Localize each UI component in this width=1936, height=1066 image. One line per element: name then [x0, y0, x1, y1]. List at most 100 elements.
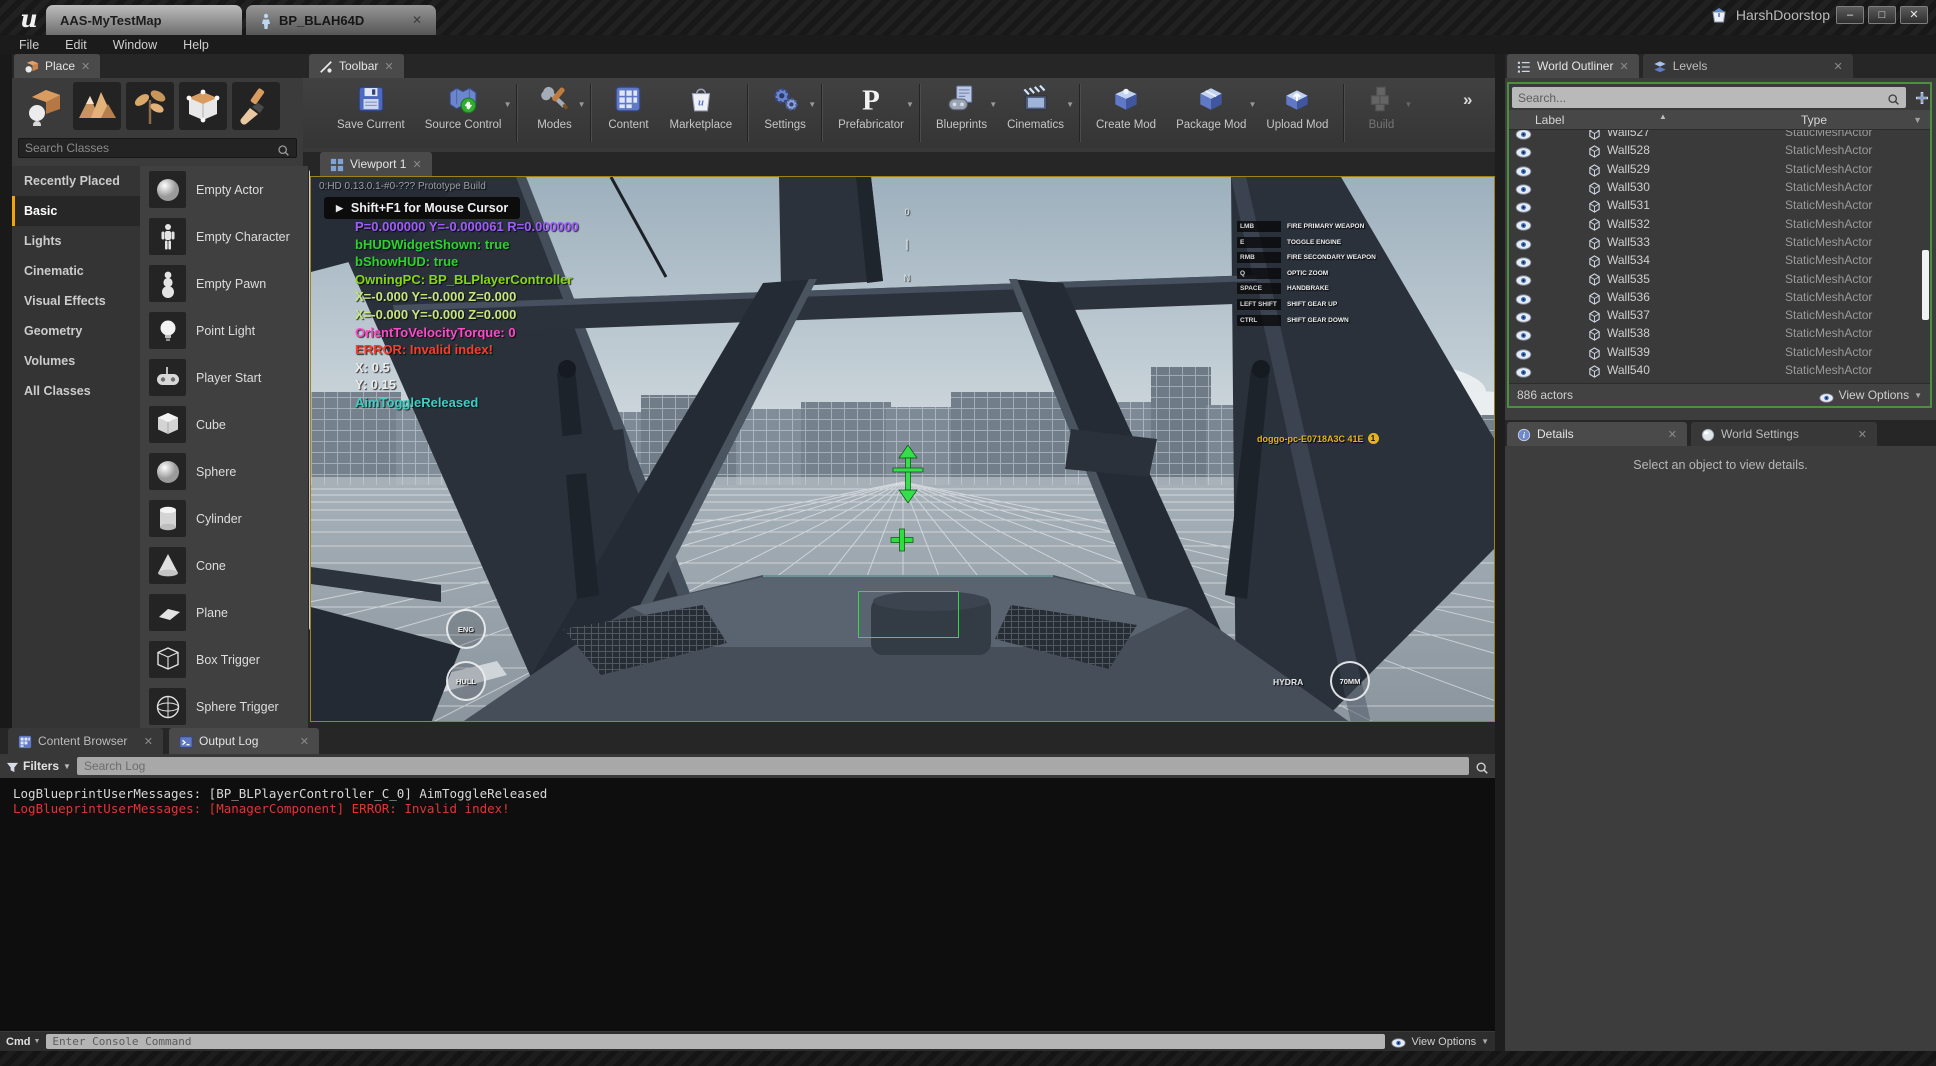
mode-tab[interactable] — [179, 82, 227, 130]
visibility-eye-icon[interactable] — [1515, 218, 1532, 229]
close-icon[interactable]: ✕ — [81, 60, 90, 73]
chevron-down-icon[interactable]: ▼ — [1066, 100, 1074, 109]
close-icon[interactable]: ✕ — [1858, 428, 1867, 441]
visibility-eye-icon[interactable] — [1515, 182, 1532, 193]
place-item[interactable]: Point Light — [140, 307, 308, 354]
toolbar-button[interactable]: ▼ Save Current — [327, 78, 415, 148]
outliner-row[interactable]: Wall537 StaticMeshActor — [1509, 306, 1930, 324]
outliner-row[interactable]: Wall528 StaticMeshActor — [1509, 141, 1930, 159]
place-item[interactable]: Cube — [140, 401, 308, 448]
place-item[interactable]: Player Start — [140, 354, 308, 401]
place-category[interactable]: Recently Placed — [12, 166, 140, 196]
mode-tab[interactable] — [73, 82, 121, 130]
chevron-down-icon[interactable]: ▼ — [808, 100, 816, 109]
toolbar-button[interactable]: ▼ Upload Mod — [1256, 78, 1338, 148]
place-category[interactable]: Geometry — [12, 316, 140, 346]
maximize-button[interactable]: □ — [1868, 6, 1896, 24]
tab-content-browser[interactable]: Content Browser ✕ — [8, 728, 163, 754]
outliner-row[interactable]: Wall529 StaticMeshActor — [1509, 160, 1930, 178]
place-item[interactable]: Box Trigger — [140, 636, 308, 683]
mode-tab[interactable] — [20, 82, 68, 130]
close-icon[interactable]: ✕ — [1833, 60, 1842, 73]
toolbar-button[interactable]: ▼ Build — [1350, 78, 1412, 148]
outliner-search-input[interactable] — [1518, 91, 1887, 105]
visibility-eye-icon[interactable] — [1515, 200, 1532, 211]
place-item[interactable]: Cone — [140, 542, 308, 589]
mode-tab[interactable] — [126, 82, 174, 130]
toolbar-button[interactable]: ▼ Source Control — [415, 78, 512, 148]
outliner-row[interactable]: Wall534 StaticMeshActor — [1509, 251, 1930, 269]
place-category[interactable]: Cinematic — [12, 256, 140, 286]
filters-button[interactable]: Filters ▼ — [6, 759, 71, 773]
visibility-eye-icon[interactable] — [1515, 365, 1532, 376]
tab-toolbar[interactable]: Toolbar ✕ — [309, 54, 404, 78]
sort-ascending-icon[interactable]: ▲ — [1659, 112, 1667, 121]
tab-details[interactable]: i Details ✕ — [1507, 422, 1687, 446]
outliner-row[interactable]: Wall531 StaticMeshActor — [1509, 196, 1930, 214]
visibility-eye-icon[interactable] — [1515, 346, 1532, 357]
tab-levels[interactable]: Levels ✕ — [1643, 54, 1853, 78]
visibility-eye-icon[interactable] — [1515, 273, 1532, 284]
place-category[interactable]: Volumes — [12, 346, 140, 376]
close-icon[interactable]: ✕ — [412, 158, 421, 171]
toolbar-overflow-chevron[interactable]: » — [1463, 90, 1470, 110]
chevron-down-icon[interactable]: ▼ — [578, 100, 586, 109]
chevron-down-icon[interactable]: ▼ — [1405, 100, 1413, 109]
toolbar-button[interactable]: ▼ Modes — [523, 78, 585, 148]
place-category[interactable]: Lights — [12, 226, 140, 256]
tab-viewport1[interactable]: Viewport 1 ✕ — [320, 152, 432, 176]
outliner-row[interactable]: Wall540 StaticMeshActor — [1509, 361, 1930, 379]
close-icon[interactable]: ✕ — [412, 13, 422, 27]
visibility-eye-icon[interactable] — [1515, 291, 1532, 302]
place-item[interactable]: Sphere Trigger — [140, 683, 308, 728]
outliner-search-box[interactable] — [1512, 87, 1906, 108]
menu-item[interactable]: Window — [113, 38, 157, 52]
close-icon[interactable]: ✕ — [384, 60, 393, 73]
output-log-area[interactable]: LogBlueprintUserMessages: [BP_BLPlayerCo… — [0, 778, 1495, 1031]
column-label[interactable]: Label — [1535, 113, 1564, 127]
place-category[interactable]: Basic — [12, 196, 140, 226]
visibility-eye-icon[interactable] — [1515, 310, 1532, 321]
outliner-row[interactable]: Wall532 StaticMeshActor — [1509, 214, 1930, 232]
toolbar-button[interactable]: ▼ Settings — [754, 78, 816, 148]
log-view-options-button[interactable]: View Options ▼ — [1391, 1036, 1489, 1048]
tab-world-settings[interactable]: World Settings ✕ — [1691, 422, 1877, 446]
column-filter-icon[interactable]: ▼ — [1913, 115, 1922, 125]
toolbar-button[interactable]: ▼ Blueprints — [926, 78, 997, 148]
place-item[interactable]: Empty Character — [140, 213, 308, 260]
place-item[interactable]: Cylinder — [140, 495, 308, 542]
visibility-eye-icon[interactable] — [1515, 328, 1532, 339]
search-classes-box[interactable] — [18, 138, 297, 158]
doc-tab-blueprint[interactable]: BP_BLAH64D ✕ — [246, 5, 436, 35]
view-options-button[interactable]: View Options ▼ — [1819, 388, 1922, 402]
chevron-down-icon[interactable]: ▼ — [906, 100, 914, 109]
toolbar-button[interactable]: u ▼ Marketplace — [659, 78, 742, 148]
place-item[interactable]: Empty Pawn — [140, 260, 308, 307]
outliner-row[interactable]: Wall539 StaticMeshActor — [1509, 343, 1930, 361]
doc-tab-map[interactable]: AAS-MyTestMap — [46, 5, 242, 35]
place-category[interactable]: Visual Effects — [12, 286, 140, 316]
chevron-down-icon[interactable]: ▼ — [504, 100, 512, 109]
outliner-row[interactable]: Wall533 StaticMeshActor — [1509, 233, 1930, 251]
place-item[interactable]: Empty Actor — [140, 166, 308, 213]
column-type[interactable]: Type — [1801, 113, 1827, 127]
menu-item[interactable]: Help — [183, 38, 209, 52]
visibility-eye-icon[interactable] — [1515, 163, 1532, 174]
chevron-down-icon[interactable]: ▼ — [989, 100, 997, 109]
outliner-row[interactable]: Wall536 StaticMeshActor — [1509, 288, 1930, 306]
close-icon[interactable]: ✕ — [1668, 428, 1677, 441]
close-icon[interactable]: ✕ — [300, 735, 309, 748]
toolbar-button[interactable]: P ▼ Prefabricator — [828, 78, 914, 148]
close-icon[interactable]: ✕ — [1619, 60, 1628, 73]
cmd-selector[interactable]: Cmd ▼ — [6, 1036, 40, 1048]
toolbar-button[interactable]: ▼ Package Mod — [1166, 78, 1256, 148]
tab-output-log[interactable]: Output Log ✕ — [169, 728, 319, 754]
outliner-row[interactable]: Wall538 StaticMeshActor — [1509, 324, 1930, 342]
console-command-input[interactable] — [52, 1035, 1379, 1048]
toolbar-button[interactable]: ▼ Create Mod — [1086, 78, 1166, 148]
tab-place[interactable]: Place ✕ — [14, 54, 100, 78]
menu-item[interactable]: File — [19, 38, 39, 52]
console-command-box[interactable] — [46, 1034, 1385, 1049]
mode-tab[interactable] — [232, 82, 280, 130]
menu-item[interactable]: Edit — [65, 38, 87, 52]
